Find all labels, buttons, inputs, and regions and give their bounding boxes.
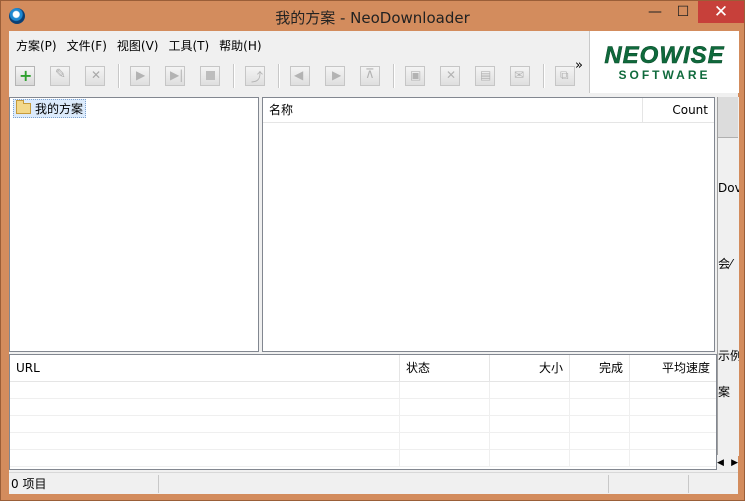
back-button[interactable]: ◀ [286,63,314,89]
status-cell [609,475,689,493]
view-icon: ▤ [475,66,495,86]
table-row [10,450,716,467]
stop-button[interactable] [196,63,224,89]
clipped-text: 会⁄ [718,257,733,271]
toolbar-separator [543,64,545,88]
toolbar-separator [278,64,280,88]
forward-icon: ▶ [325,66,345,86]
window-button[interactable]: ▣ [401,63,429,89]
tree-item-label: 我的方案 [35,102,84,116]
edit-icon: ✎ [50,66,70,86]
clipped-text: 案 [718,385,731,399]
status-bar: 0 项目 [9,472,738,495]
project-list[interactable]: 名称 Count [262,97,715,352]
toolbar-separator [393,64,395,88]
maximize-button[interactable]: ☐ [669,1,697,23]
mail-button[interactable]: ✉ [506,63,534,89]
toolbar-separator [233,64,235,88]
scroll-left-icon[interactable]: ◀ [717,458,724,468]
column-status-header[interactable]: 状态 [400,355,490,381]
clipped-side-panel: Dov 会⁄ 示例 案 [717,97,739,456]
logo-line2: SOFTWARE [618,68,711,82]
remove-button[interactable]: ✕ [436,63,464,89]
close-button[interactable]: ✕ [698,1,744,23]
toolbar: + ✎ ✕ ▶ ▶| ⤴ ◀ ▶ ⊼ ▣ ✕ ▤ ✉ ⧉ [11,60,587,92]
delete-icon: ✕ [85,66,105,86]
logo-line1: NEOWISE [604,42,725,70]
start-button[interactable]: ▶ [126,63,154,89]
minimize-button[interactable]: — [641,1,669,23]
new-project-button[interactable]: + [11,63,39,89]
toolbar-more-chevron[interactable]: » [575,58,583,73]
status-item-count: 0 项目 [9,475,159,493]
back-icon: ◀ [290,66,310,86]
remove-icon: ✕ [440,66,460,86]
column-count-header[interactable]: Count [643,98,714,122]
menu-bar: 方案(P) 文件(F) 视图(V) 工具(T) 帮助(H) [11,35,267,57]
toolbar-separator [118,64,120,88]
column-name-header[interactable]: 名称 [263,98,643,122]
neowise-logo: NEOWISE SOFTWARE [589,31,739,93]
edit-button[interactable]: ✎ [46,63,74,89]
slideshow-button[interactable]: ⊼ [356,63,384,89]
client-area: 方案(P) 文件(F) 视图(V) 工具(T) 帮助(H) + ✎ ✕ ▶ ▶| [9,31,739,495]
downloads-header: URL 状态 大小 完成 平均速度 [10,355,716,382]
scroll-right-icon[interactable]: ▶ [731,458,738,468]
menu-view[interactable]: 视图(V) [112,35,164,57]
list-header: 名称 Count [263,98,714,123]
slideshow-icon: ⊼ [360,66,380,86]
fullscreen-icon: ⧉ [555,66,575,86]
mail-icon: ✉ [510,66,530,86]
table-row [10,399,716,416]
window-title: 我的方案 - NeoDownloader [275,9,470,27]
new-project-icon: + [15,66,35,86]
stop-icon [200,66,220,86]
app-window: 我的方案 - NeoDownloader — ☐ ✕ 方案(P) 文件(F) 视… [0,0,745,501]
start-icon: ▶ [130,66,150,86]
column-done-header[interactable]: 完成 [570,355,630,381]
view-button[interactable]: ▤ [471,63,499,89]
menu-help[interactable]: 帮助(H) [214,35,266,57]
side-scrollbar[interactable] [718,97,738,138]
column-size-header[interactable]: 大小 [490,355,570,381]
import-icon: ⤴ [245,66,265,86]
column-speed-header[interactable]: 平均速度 [630,355,716,381]
clipped-text: 示例 [718,349,739,363]
column-url-header[interactable]: URL [10,355,400,381]
menu-tools[interactable]: 工具(T) [163,35,214,57]
import-button[interactable]: ⤴ [241,63,269,89]
table-row [10,382,716,399]
forward-button[interactable]: ▶ [321,63,349,89]
table-row [10,433,716,450]
step-button[interactable]: ▶| [161,63,189,89]
downloads-list[interactable]: URL 状态 大小 完成 平均速度 [9,354,717,470]
status-cell [689,475,738,493]
menu-project[interactable]: 方案(P) [11,35,62,57]
menu-file[interactable]: 文件(F) [62,35,112,57]
folder-icon [16,100,31,114]
table-row [10,416,716,433]
clipped-text: Dov [718,181,739,195]
window-icon: ▣ [405,66,425,86]
status-cell [159,475,609,493]
project-tree[interactable]: 我的方案 [9,97,259,352]
title-bar: 我的方案 - NeoDownloader — ☐ ✕ [1,1,744,31]
step-icon: ▶| [165,66,185,86]
horizontal-scroll-arrows[interactable]: ◀ ▶ [717,455,738,470]
tree-item-root[interactable]: 我的方案 [13,99,87,118]
delete-button[interactable]: ✕ [81,63,109,89]
